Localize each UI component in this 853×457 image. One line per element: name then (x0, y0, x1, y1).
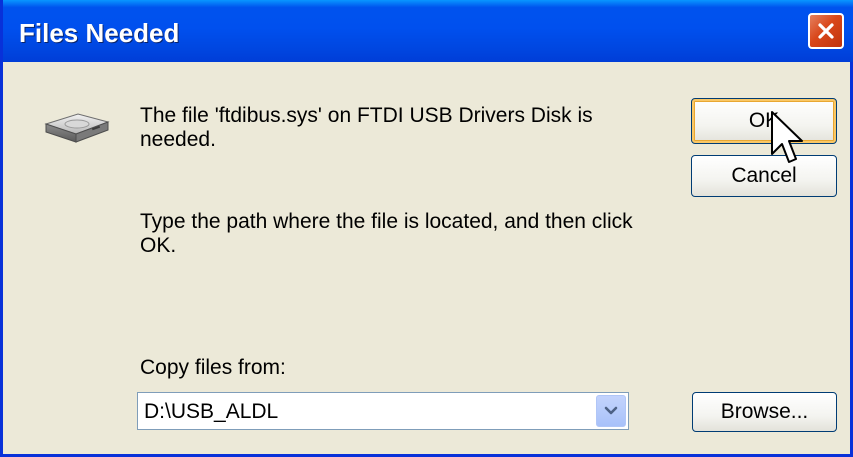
cancel-button[interactable]: Cancel (691, 155, 837, 197)
dropdown-button[interactable] (596, 395, 626, 427)
files-needed-dialog: Files Needed The file 'ftdibus.sys' on F… (0, 0, 853, 457)
window-title: Files Needed (19, 18, 180, 48)
browse-button[interactable]: Browse... (692, 392, 837, 432)
close-icon (818, 23, 834, 39)
copy-files-from-combobox[interactable]: D:\USB_ALDL (137, 392, 629, 430)
dialog-body: The file 'ftdibus.sys' on FTDI USB Drive… (6, 62, 847, 451)
copy-files-from-label: Copy files from: (140, 356, 286, 379)
ok-button[interactable]: OK (691, 98, 837, 144)
title-bar[interactable]: Files Needed (3, 0, 853, 62)
message-instructions: Type the path where the file is located,… (140, 210, 633, 257)
copy-files-from-value[interactable]: D:\USB_ALDL (144, 400, 278, 424)
chevron-down-icon (604, 406, 618, 415)
message-file-needed: The file 'ftdibus.sys' on FTDI USB Drive… (140, 104, 593, 151)
disk-drive-icon (44, 113, 110, 143)
close-button[interactable] (808, 13, 844, 49)
